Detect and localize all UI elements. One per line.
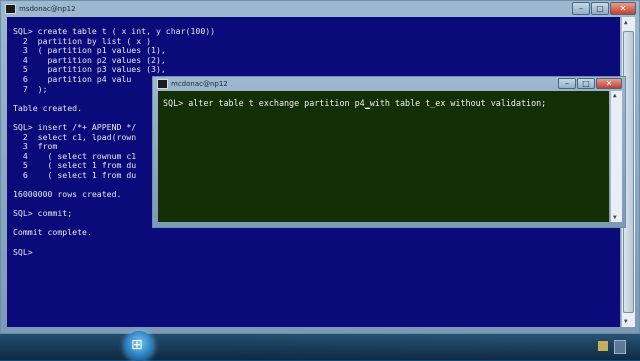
scroll-down-arrow-icon[interactable]: ▼ [624,318,628,325]
close-button[interactable]: ✕ [610,2,636,15]
show-desktop-button[interactable] [614,340,626,354]
console-app-icon [5,4,16,14]
scroll-down-arrow-icon[interactable]: ▼ [613,214,617,221]
overlay-console-area[interactable]: SQL> alter table t exchange partition p4… [158,91,609,222]
console-line: SQL> [13,246,33,257]
scroll-up-arrow-icon[interactable]: ▲ [624,19,628,26]
console-line: Commit complete. [13,227,92,238]
overlay-command-line: SQL> alter table t exchange partition p4… [163,98,547,109]
command-suffix: with table t_ex without validation; [369,98,547,108]
overlay-scrollbar[interactable]: ▲ ▼ [610,91,622,222]
console-app-icon [157,79,168,89]
maximize-button[interactable]: □ [591,2,609,15]
action-center-flag-icon[interactable] [598,341,608,351]
overlay-window-controls: – □ ✕ [558,78,622,89]
overlay-window-title: mcdonac@np12 [171,80,228,88]
start-button[interactable]: ⊞ [124,331,154,361]
main-title-bar[interactable]: msdonac@np12 – □ ✕ [1,1,639,17]
windows-logo-icon: ⊞ [131,337,143,353]
command-prefix: SQL> alter table t exchange partition p4 [163,98,365,108]
minimize-button[interactable]: – [572,2,590,15]
overlay-console-window[interactable]: mcdonac@np12 – □ ✕ SQL> alter table t ex… [152,76,626,228]
close-button[interactable]: ✕ [596,78,622,89]
scroll-up-arrow-icon[interactable]: ▲ [613,92,617,99]
taskbar: ⊞ [0,331,640,361]
main-window-controls: – □ ✕ [572,2,636,15]
main-window-title: msdonac@np12 [19,5,76,13]
minimize-button[interactable]: – [558,78,576,89]
maximize-button[interactable]: □ [577,78,595,89]
overlay-title-bar[interactable]: mcdonac@np12 – □ ✕ [153,77,625,91]
